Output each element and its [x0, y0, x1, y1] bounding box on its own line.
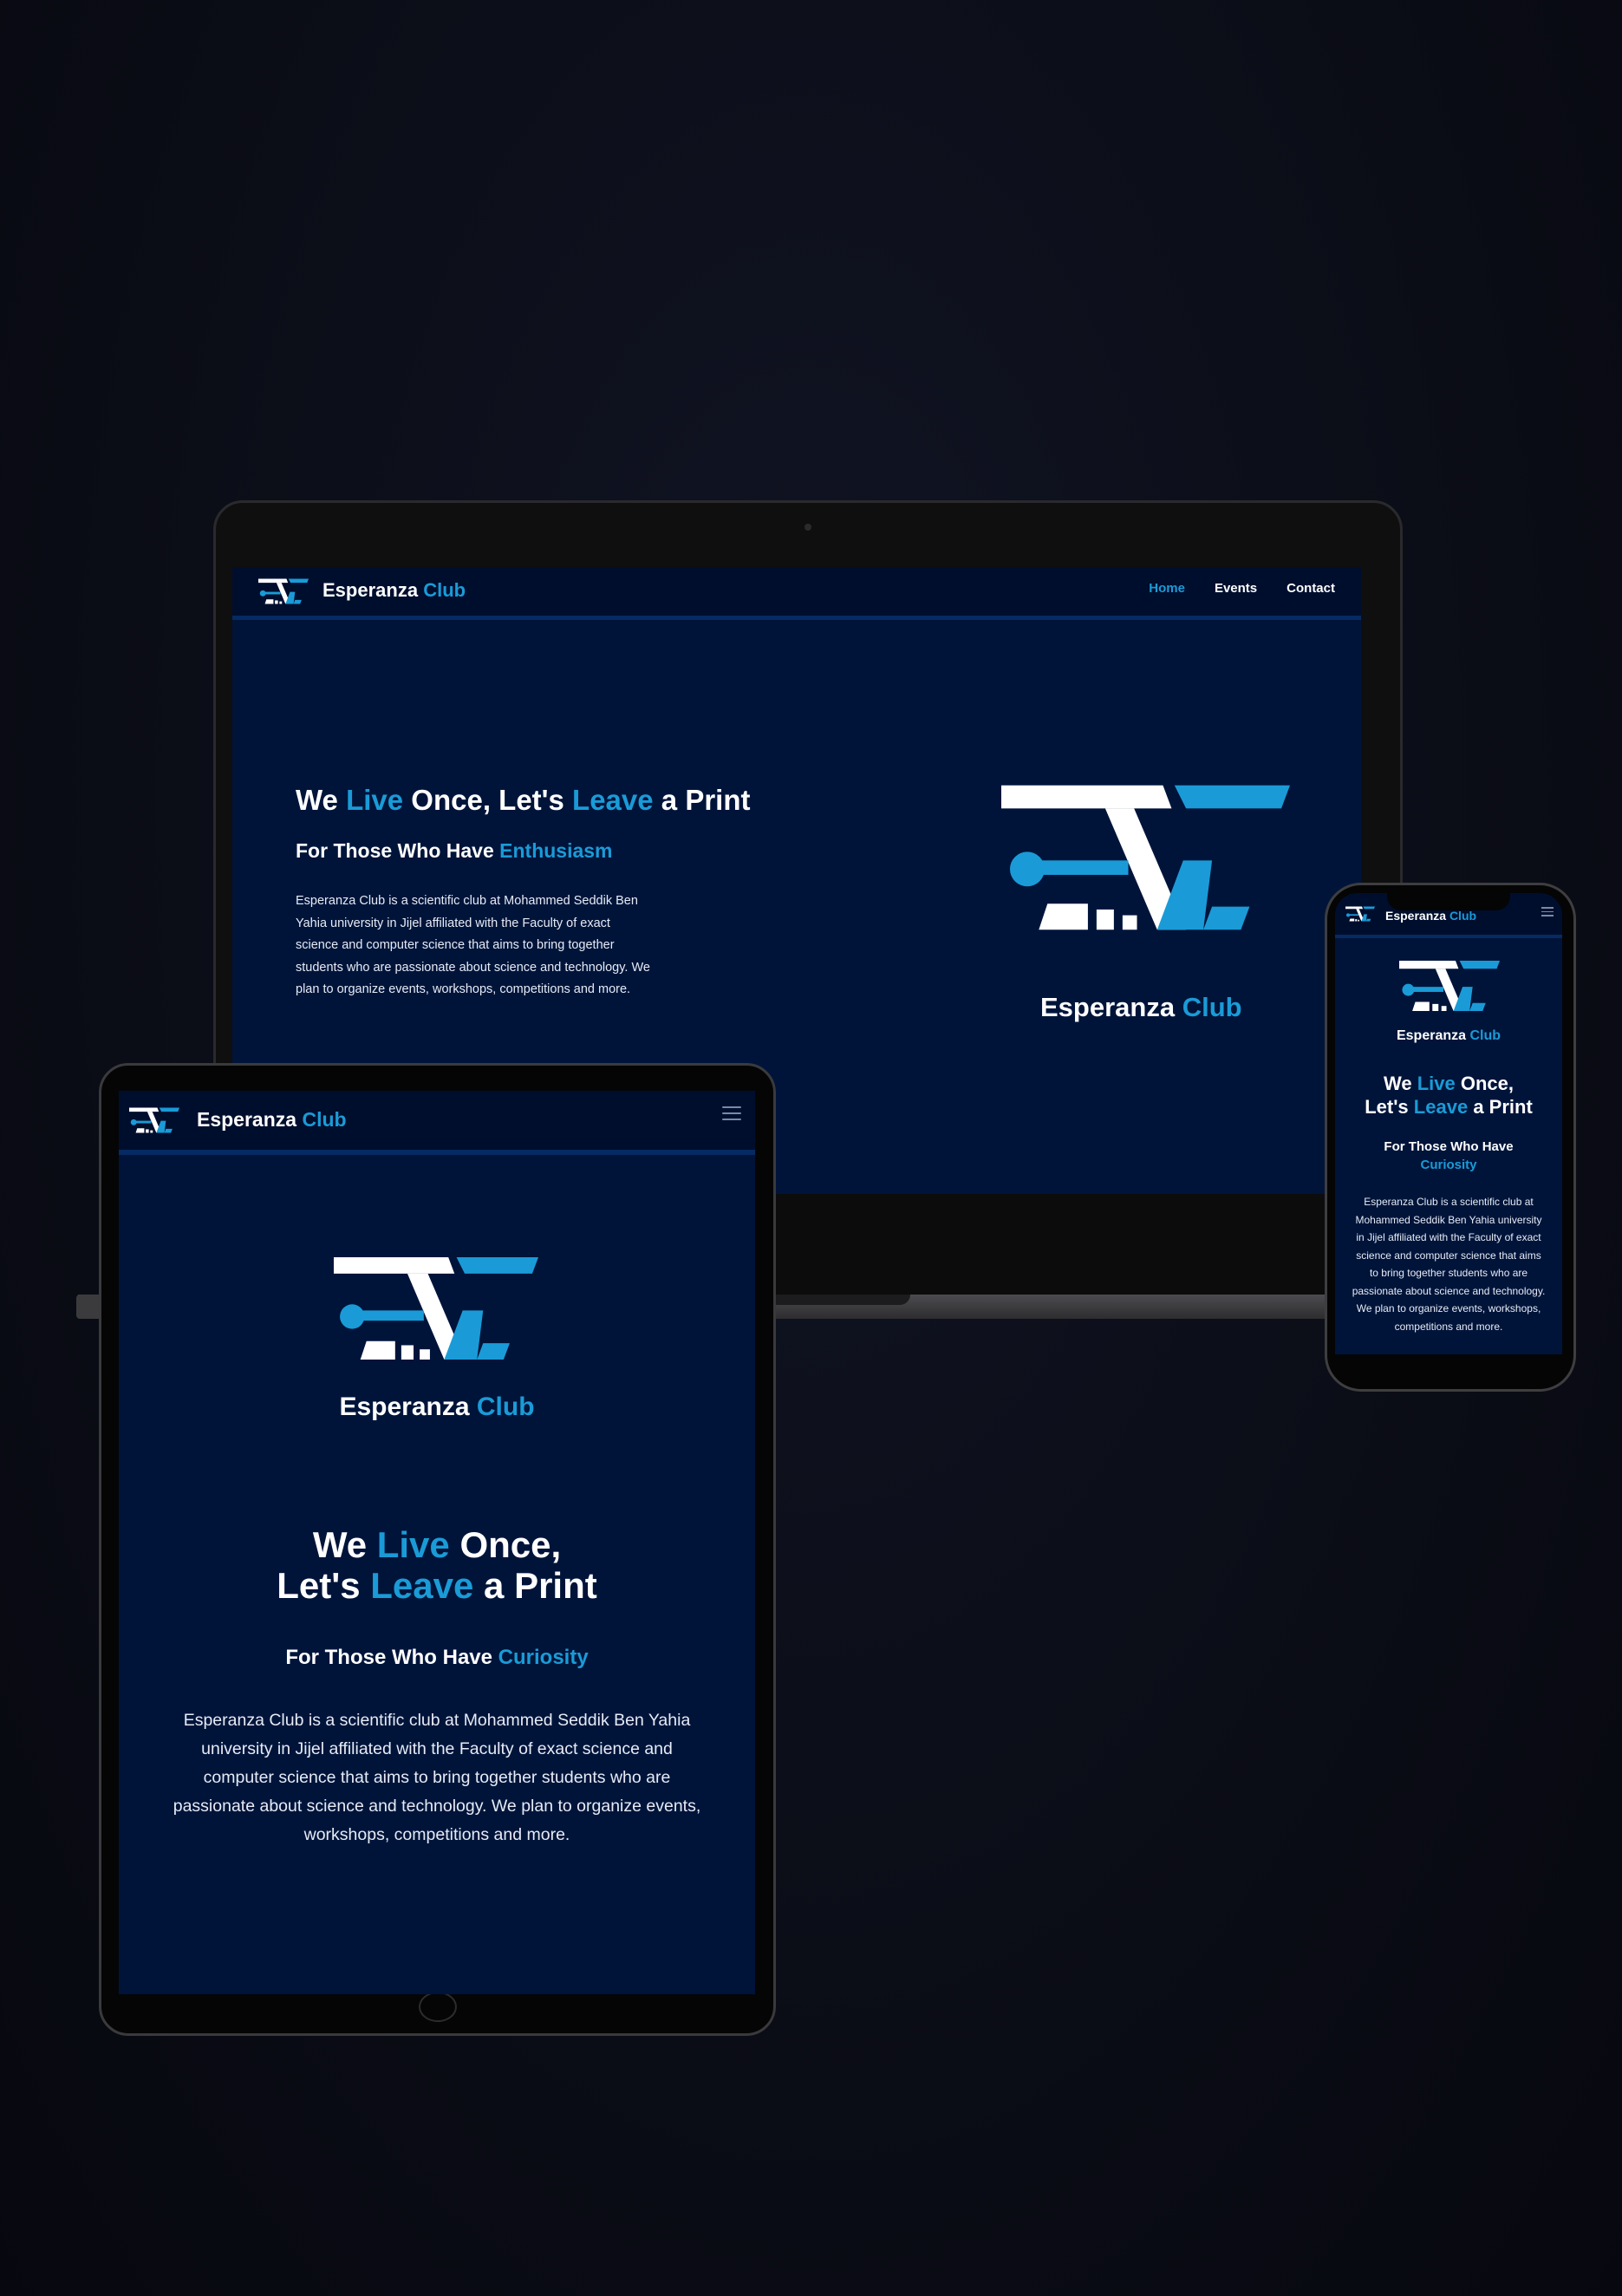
headline-accent-word: Leave: [572, 784, 654, 816]
tablet-side-button: [76, 1295, 99, 1319]
headline-word: Once, Let's: [411, 784, 564, 816]
headline-word: a Print: [661, 784, 751, 816]
hamburger-menu-icon[interactable]: [1541, 907, 1554, 917]
headline-accent-word: Leave: [370, 1565, 474, 1606]
esperanza-logo-icon[interactable]: [129, 1106, 179, 1134]
phone-screen: Esperanza Club Esperanza Club We Live On…: [1335, 893, 1562, 1354]
brand-name-part1: Esperanza: [1040, 992, 1176, 1022]
esperanza-logo-icon[interactable]: [1345, 905, 1375, 923]
brand-name-part2: Club: [1469, 1028, 1501, 1043]
brand-name-part2: Club: [1182, 992, 1242, 1022]
phone-notch: [1387, 891, 1510, 910]
tablet-home-button: [419, 1992, 457, 2022]
hero-description: Esperanza Club is a scientific club at M…: [173, 1711, 701, 1844]
headline-word: We: [312, 1524, 368, 1565]
subtitle-typed-word: Curiosity: [498, 1646, 589, 1669]
hero-headline: We Live Once, Let's Leave a Print: [296, 784, 751, 817]
nav-menu: Home Events Contact: [1149, 581, 1335, 596]
headline-word: a Print: [484, 1565, 597, 1606]
brand-name-part2: Club: [476, 1393, 535, 1421]
subtitle-typed-word: Enthusiasm: [499, 839, 613, 862]
nav-item-contact[interactable]: Contact: [1287, 581, 1335, 596]
brand-name-part2: Club: [302, 1108, 347, 1131]
hero-subtitle: For Those Who Have Curiosity: [1335, 1138, 1562, 1174]
headline-accent-word: Live: [376, 1524, 450, 1565]
brand-name-part1: Esperanza: [322, 579, 419, 601]
hero-headline: We Live Once, Let's Leave a Print: [1335, 1072, 1562, 1119]
hero-subtitle: For Those Who Have Curiosity: [119, 1646, 755, 1670]
hero-brand-name: Esperanza Club: [1335, 1028, 1562, 1044]
headline-word: Once,: [459, 1524, 562, 1565]
tablet-screen: Esperanza Club Esperanza Club We Live On…: [119, 1091, 755, 1994]
hero-brand-name: Esperanza Club: [1040, 992, 1242, 1023]
hero-headline: We Live Once, Let's Leave a Print: [119, 1524, 755, 1606]
hero-brand-name: Esperanza Club: [119, 1393, 755, 1422]
tablet-navbar: Esperanza Club: [119, 1091, 755, 1155]
esperanza-logo-icon: [334, 1257, 538, 1360]
subtitle-prefix: For Those Who Have: [1384, 1139, 1514, 1154]
nav-item-events[interactable]: Events: [1215, 581, 1257, 596]
esperanza-logo-icon[interactable]: [258, 577, 309, 605]
headline-word: Once,: [1460, 1073, 1515, 1094]
subtitle-prefix: For Those Who Have: [285, 1646, 492, 1669]
brand-name[interactable]: Esperanza Club: [197, 1108, 347, 1132]
headline-accent-word: Live: [346, 784, 404, 816]
brand-name-part1: Esperanza: [197, 1108, 297, 1131]
brand-name-part1: Esperanza: [339, 1393, 470, 1421]
brand-name[interactable]: Esperanza Club: [1385, 909, 1476, 923]
brand-name-part2: Club: [1449, 909, 1477, 923]
subtitle-typed-word: Curiosity: [1420, 1158, 1477, 1172]
hamburger-menu-icon[interactable]: [722, 1106, 741, 1120]
headline-word: We: [296, 784, 338, 816]
headline-word: Let's: [1365, 1096, 1409, 1118]
desktop-navbar: Esperanza Club Home Events Contact: [232, 567, 1361, 620]
headline-accent-word: Leave: [1413, 1096, 1469, 1118]
brand-name-part1: Esperanza: [1385, 909, 1447, 923]
hero-description: Esperanza Club is a scientific club at M…: [296, 894, 650, 996]
laptop-camera: [804, 524, 811, 531]
brand-name-part2: Club: [423, 579, 466, 601]
headline-word: Let's: [277, 1565, 361, 1606]
brand-name-part1: Esperanza: [1396, 1028, 1467, 1043]
headline-accent-word: Live: [1417, 1073, 1456, 1094]
headline-word: We: [1383, 1073, 1412, 1094]
subtitle-prefix: For Those Who Have: [296, 839, 494, 862]
hero-description: Esperanza Club is a scientific club at M…: [1352, 1196, 1546, 1333]
esperanza-logo-icon: [1399, 961, 1500, 1011]
hero-subtitle: For Those Who Have Enthusiasm: [296, 839, 613, 863]
headline-word: a Print: [1473, 1096, 1533, 1118]
brand-name[interactable]: Esperanza Club: [322, 579, 466, 602]
nav-item-home[interactable]: Home: [1149, 581, 1185, 596]
esperanza-logo-icon: [1001, 785, 1290, 930]
